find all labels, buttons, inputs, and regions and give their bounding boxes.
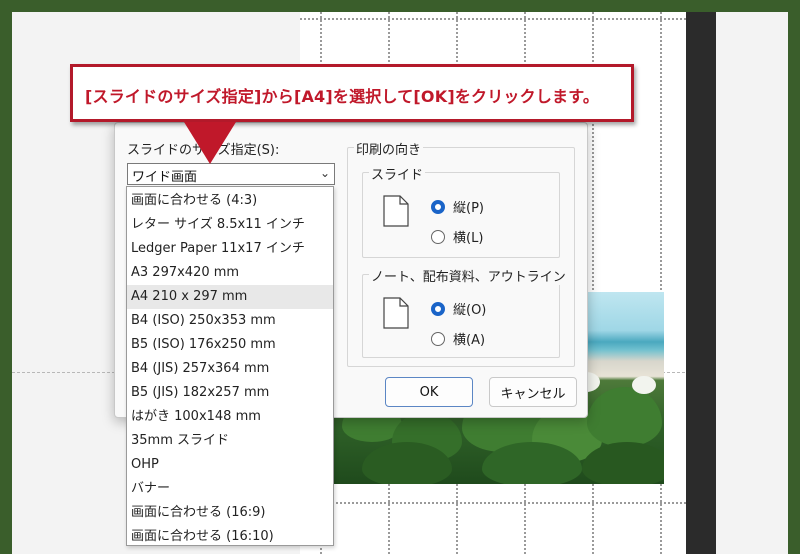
dropdown-option[interactable]: 35mm スライド: [127, 429, 333, 453]
dropdown-option-a4[interactable]: A4 210 x 297 mm: [127, 285, 333, 309]
dropdown-option[interactable]: B4 (JIS) 257x364 mm: [127, 357, 333, 381]
dropdown-option[interactable]: 画面に合わせる (16:10): [127, 525, 333, 549]
notes-portrait-radio[interactable]: 縦(O): [431, 299, 486, 318]
dropdown-option[interactable]: A3 297x420 mm: [127, 261, 333, 285]
ok-button[interactable]: OK: [385, 377, 473, 407]
scrollbar-track[interactable]: [686, 12, 716, 554]
dropdown-option[interactable]: レター サイズ 8.5x11 インチ: [127, 213, 333, 237]
portrait-page-icon: [383, 297, 409, 329]
slide-size-selected-value: ワイド画面: [132, 170, 198, 185]
instruction-text: [スライドのサイズ指定]から[A4]を選択して[OK]をクリックします。: [85, 87, 600, 106]
slide-portrait-radio[interactable]: 縦(P): [431, 197, 484, 216]
slide-group-title: スライド: [369, 164, 426, 183]
dropdown-option[interactable]: B5 (JIS) 182x257 mm: [127, 381, 333, 405]
radio-unchecked-icon[interactable]: [431, 229, 445, 244]
dropdown-option[interactable]: B5 (ISO) 176x250 mm: [127, 333, 333, 357]
notes-portrait-label: 縦(O): [453, 303, 487, 318]
dropdown-option[interactable]: OHP: [127, 453, 333, 477]
radio-checked-icon[interactable]: [431, 199, 445, 214]
slide-size-dropdown-list: 画面に合わせる (4:3) レター サイズ 8.5x11 インチ Ledger …: [126, 186, 334, 546]
notes-landscape-radio[interactable]: 横(A): [431, 329, 485, 348]
slide-landscape-radio[interactable]: 横(L): [431, 227, 483, 246]
slide-orientation-group: スライド 縦(P) 横(L): [362, 164, 560, 258]
radio-checked-icon[interactable]: [431, 301, 445, 316]
notes-group-title: ノート、配布資料、アウトライン: [369, 266, 568, 285]
notes-landscape-label: 横(A): [453, 333, 486, 348]
dropdown-option[interactable]: B4 (ISO) 250x353 mm: [127, 309, 333, 333]
dropdown-option[interactable]: Ledger Paper 11x17 インチ: [127, 237, 333, 261]
notes-orientation-group: ノート、配布資料、アウトライン 縦(O) 横(A): [362, 266, 568, 358]
dropdown-option[interactable]: はがき 100x148 mm: [127, 405, 333, 429]
instruction-callout: [スライドのサイズ指定]から[A4]を選択して[OK]をクリックします。: [70, 64, 634, 122]
cancel-button[interactable]: キャンセル: [489, 377, 577, 407]
orientation-group: 印刷の向き スライド 縦(P) 横(L) ノート、配布資料、アウトライン 縦(O…: [347, 139, 575, 367]
slide-landscape-label: 横(L): [453, 231, 484, 246]
dropdown-option[interactable]: 画面に合わせる (16:9): [127, 501, 333, 525]
callout-pointer-arrow: [184, 122, 236, 164]
slide-portrait-label: 縦(P): [453, 201, 484, 216]
dropdown-option[interactable]: 画面に合わせる (4:3): [127, 189, 333, 213]
slide-size-select[interactable]: ワイド画面 ⌄: [127, 163, 335, 185]
chevron-down-icon[interactable]: ⌄: [320, 166, 330, 180]
orientation-title: 印刷の向き: [354, 139, 424, 158]
grid-line: [300, 502, 686, 504]
portrait-page-icon: [383, 195, 409, 227]
dropdown-option[interactable]: バナー: [127, 477, 333, 501]
grid-line: [300, 18, 686, 20]
radio-unchecked-icon[interactable]: [431, 331, 445, 346]
